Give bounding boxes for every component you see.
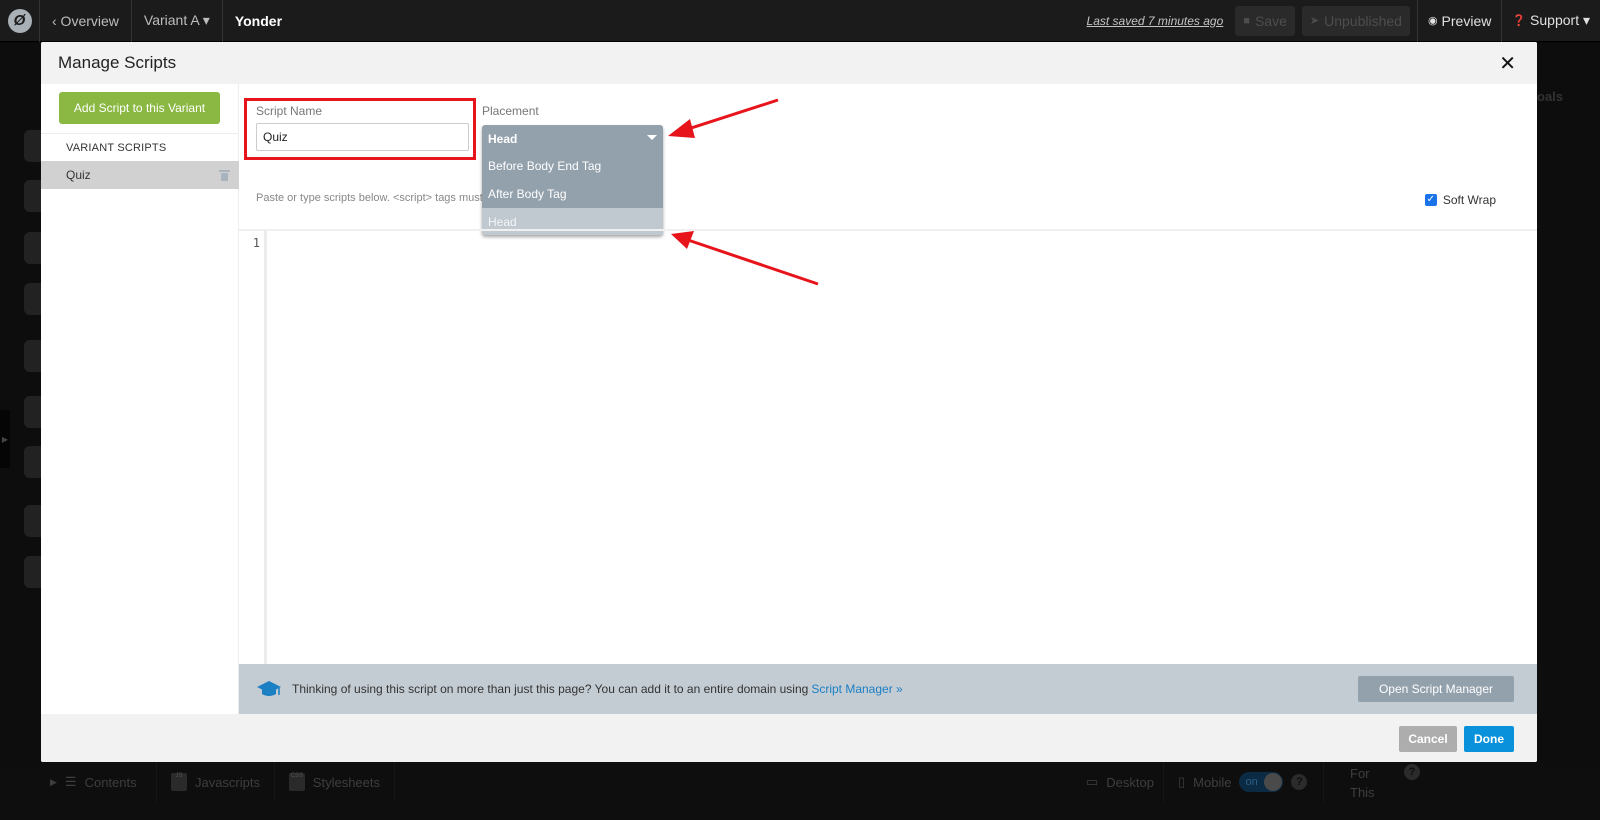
help-icon: ? (1404, 764, 1420, 780)
question-circle-icon: ❓ (1512, 15, 1527, 27)
editor-hint-text: Paste or type scripts below. <script> ta… (256, 192, 492, 204)
support-dropdown[interactable]: ❓ Support ▾ (1501, 0, 1600, 42)
soft-wrap-label: Soft Wrap (1442, 193, 1496, 207)
save-button[interactable]: ■ Save (1235, 5, 1295, 36)
checkbox-checked-icon[interactable]: ✓ (1424, 194, 1437, 206)
last-saved-link[interactable]: Last saved 7 minutes ago (1087, 14, 1224, 28)
script-name-label: Script Name (256, 104, 323, 118)
script-manager-link[interactable]: Script Manager » (811, 682, 902, 696)
list-icon: ☰ (64, 774, 77, 789)
bg-tab-stylesheets: CSS Stylesheets (275, 762, 395, 802)
bg-tool-icon (24, 130, 42, 162)
script-item-label: Quiz (66, 168, 91, 182)
script-manager-info-bar: Thinking of using this script on more th… (239, 664, 1537, 714)
bg-tab-desktop: ▭ Desktop (1072, 762, 1164, 802)
variant-scripts-heading: VARIANT SCRIPTS (66, 142, 167, 154)
save-label: Save (1254, 12, 1287, 29)
placement-option-after-body[interactable]: After Body Tag (482, 180, 663, 208)
unpublished-button[interactable]: ➤ Unpublished (1301, 5, 1410, 36)
logo-icon: Ø (7, 8, 32, 33)
add-script-button[interactable]: Add Script to this Variant (59, 92, 220, 124)
placement-dropdown[interactable]: Head Before Body End Tag After Body Tag … (482, 125, 663, 235)
panel-expand-handle[interactable]: ▶ (0, 410, 10, 468)
manage-scripts-modal: Manage Scripts ✕ Add Script to this Vari… (41, 42, 1537, 762)
bg-contents-label: Contents (84, 774, 137, 790)
script-editor-panel: Script Name Placement Paste or type scri… (239, 84, 1537, 714)
unpublished-label: Unpublished (1324, 12, 1402, 29)
bg-tool-icon (24, 556, 42, 588)
floppy-icon: ■ (1243, 14, 1250, 27)
background-bottom-bar: ▶ ☰ Contents JS Javascripts CSS Styleshe… (0, 762, 1600, 820)
page-title: Yonder (234, 12, 283, 29)
toggle-text: on (1245, 776, 1258, 788)
paper-plane-icon: ➤ (1309, 15, 1320, 27)
bg-tool-icon (24, 232, 42, 264)
for-line: For (1350, 766, 1370, 781)
open-script-manager-button[interactable]: Open Script Manager (1358, 676, 1514, 702)
phone-icon: ▯ (1178, 774, 1186, 789)
preview-button[interactable]: ◉ Preview (1416, 0, 1501, 42)
variant-dropdown[interactable]: Variant A ▾ (132, 0, 223, 42)
modal-header: Manage Scripts ✕ (41, 42, 1537, 84)
bg-tool-icon (24, 505, 42, 537)
monitor-icon: ▭ (1086, 774, 1099, 789)
placement-selected-label: Head (488, 131, 518, 146)
bg-javascripts-label: Javascripts (194, 774, 260, 790)
bg-desktop-label: Desktop (1106, 774, 1154, 790)
css-file-icon: CSS (289, 773, 305, 791)
graduation-cap-icon (257, 681, 281, 696)
soft-wrap-toggle[interactable]: ✓ Soft Wrap (1424, 193, 1496, 207)
this-line: This (1350, 785, 1375, 800)
js-file-icon: JS (171, 773, 187, 791)
bg-tool-icon (24, 396, 42, 428)
code-input-area[interactable] (270, 231, 1537, 664)
bg-for-this-label: For This (1350, 764, 1375, 802)
script-name-input[interactable] (256, 123, 469, 151)
placement-selected-value[interactable]: Head (482, 125, 663, 152)
placement-option-before-body-end[interactable]: Before Body End Tag (482, 152, 663, 180)
app-logo[interactable]: Ø (0, 0, 40, 42)
close-icon[interactable]: ✕ (1499, 51, 1516, 76)
modal-footer: Cancel Done (41, 714, 1537, 762)
scripts-sidebar: Add Script to this Variant VARIANT SCRIP… (41, 84, 239, 714)
bg-goals-label: oals (1537, 89, 1564, 104)
caret-down-icon (647, 135, 657, 140)
line-number: 1 (252, 236, 260, 250)
line-number-gutter: 1 (239, 231, 267, 666)
toggle-knob (1264, 773, 1283, 791)
bg-tool-icon (24, 283, 42, 315)
trash-icon[interactable] (219, 169, 230, 181)
bg-tab-mobile: ▯ Mobile on ? (1164, 762, 1324, 802)
bg-tool-icon (24, 180, 42, 212)
caret-right-icon: ▶ (50, 776, 57, 787)
bg-mobile-toggle: on (1239, 772, 1284, 792)
divider (41, 133, 239, 134)
support-label: Support ▾ (1530, 12, 1590, 28)
background-tool-rail: ▶ (0, 43, 42, 763)
modal-title: Manage Scripts (58, 53, 177, 72)
code-editor[interactable]: 1 (239, 229, 1537, 666)
placement-label: Placement (482, 104, 539, 118)
overview-back-link[interactable]: ‹ Overview (40, 0, 132, 42)
cancel-button[interactable]: Cancel (1399, 726, 1457, 752)
app-top-bar: Ø ‹ Overview Variant A ▾ Yonder Last sav… (0, 0, 1600, 42)
bg-tool-icon (24, 340, 42, 372)
done-button[interactable]: Done (1464, 726, 1514, 752)
script-list-item[interactable]: Quiz (41, 161, 239, 189)
bg-tab-contents: ▶ ☰ Contents (36, 762, 157, 802)
bg-mobile-label: Mobile (1193, 774, 1232, 790)
info-text: Thinking of using this script on more th… (292, 682, 809, 696)
preview-label: Preview (1441, 12, 1492, 29)
bg-stylesheets-label: Stylesheets (312, 774, 380, 790)
background-right-panel: oals (1537, 43, 1600, 763)
bg-tab-javascripts: JS Javascripts (157, 762, 275, 802)
eye-icon: ◉ (1427, 15, 1438, 27)
help-icon: ? (1291, 774, 1308, 790)
bg-tool-icon (24, 446, 42, 478)
